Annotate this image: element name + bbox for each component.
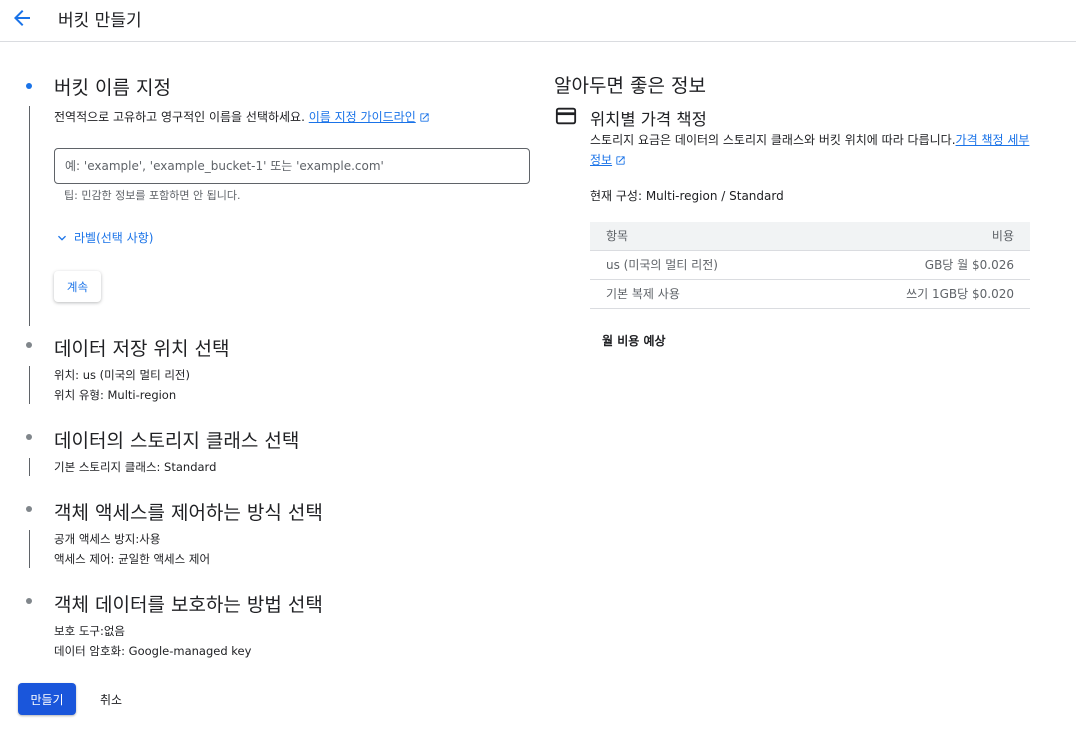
step-indicator-active [26, 83, 32, 89]
page-title: 버킷 만들기 [58, 11, 142, 31]
chevron-down-icon [58, 235, 66, 241]
step-indicator [26, 506, 32, 512]
step-connector [29, 530, 30, 568]
table-header-cost: 비용 [813, 222, 1030, 251]
credit-card-icon [555, 106, 577, 130]
step-indicator [26, 598, 32, 604]
step-title-storage-class[interactable]: 데이터의 스토리지 클래스 선택 [54, 426, 299, 453]
pricing-title: 위치별 가격 책정 [590, 110, 707, 129]
table-row: us (미국의 멀티 리전) GB당 월 $0.026 [590, 250, 1030, 280]
page-header: 버킷 만들기 [0, 0, 1076, 42]
labels-toggle[interactable]: 라벨(선택 사항) [54, 229, 153, 246]
step-summary-line: 공개 액세스 방지:사용 [54, 532, 161, 546]
step-summary-line: 보호 도구:없음 [54, 624, 126, 638]
step-connector [29, 106, 30, 326]
table-row: 기본 복제 사용 쓰기 1GB당 $0.020 [590, 279, 1030, 309]
create-button[interactable]: 만들기 [18, 683, 76, 715]
input-hint: 팁: 민감한 정보를 포함하면 안 됩니다. [64, 189, 241, 202]
info-panel-title: 알아두면 좋은 정보 [554, 75, 706, 97]
table-header-row: 항목 비용 [590, 222, 1030, 251]
step-summary-line: 위치 유형: Multi-region [54, 388, 177, 402]
step-summary-line: 기본 스토리지 클래스: Standard [54, 460, 217, 474]
labels-toggle-label: 라벨(선택 사항) [74, 231, 154, 245]
step-indicator [26, 434, 32, 440]
current-config: 현재 구성: Multi-region / Standard [590, 189, 784, 203]
back-arrow-icon[interactable] [10, 6, 34, 30]
monthly-estimate-label: 월 비용 예상 [602, 334, 666, 348]
step-title-access-control[interactable]: 객체 액세스를 제어하는 방식 선택 [54, 498, 323, 525]
step-connector [29, 458, 30, 476]
step-connector [29, 366, 30, 404]
step-summary-line: 위치: us (미국의 멀티 리전) [54, 368, 190, 382]
step-indicator [26, 342, 32, 348]
description-text: 전역적으로 고유하고 영구적인 이름을 선택하세요. [54, 110, 305, 124]
step-title-bucket-name: 버킷 이름 지정 [54, 77, 171, 99]
pricing-description-text: 스토리지 요금은 데이터의 스토리지 클래스와 버킷 위치에 따라 다릅니다. [590, 133, 956, 147]
pricing-description: 스토리지 요금은 데이터의 스토리지 클래스와 버킷 위치에 따라 다릅니다.가… [590, 130, 1030, 170]
table-cell: 기본 복제 사용 [590, 279, 814, 309]
table-cell: us (미국의 멀티 리전) [590, 250, 814, 280]
step-title-location[interactable]: 데이터 저장 위치 선택 [54, 334, 229, 361]
table-header-item: 항목 [590, 222, 814, 251]
step-description: 전역적으로 고유하고 영구적인 이름을 선택하세요. 이름 지정 가이드라인 [54, 108, 430, 125]
step-title-data-protection[interactable]: 객체 데이터를 보호하는 방법 선택 [54, 590, 323, 617]
open-in-new-icon [420, 113, 429, 122]
table-cell: GB당 월 $0.026 [813, 250, 1030, 280]
pricing-table: 항목 비용 us (미국의 멀티 리전) GB당 월 $0.026 기본 복제 … [590, 222, 1030, 309]
open-in-new-icon [616, 156, 625, 165]
step-summary-line: 액세스 제어: 균일한 액세스 제어 [54, 552, 211, 566]
table-cell: 쓰기 1GB당 $0.020 [813, 279, 1030, 309]
cancel-button[interactable]: 취소 [88, 683, 134, 715]
bucket-name-input[interactable] [54, 148, 530, 184]
continue-button[interactable]: 계속 [54, 271, 101, 302]
naming-guide-link[interactable]: 이름 지정 가이드라인 [309, 110, 430, 124]
step-summary-line: 데이터 암호화: Google-managed key [54, 644, 252, 658]
